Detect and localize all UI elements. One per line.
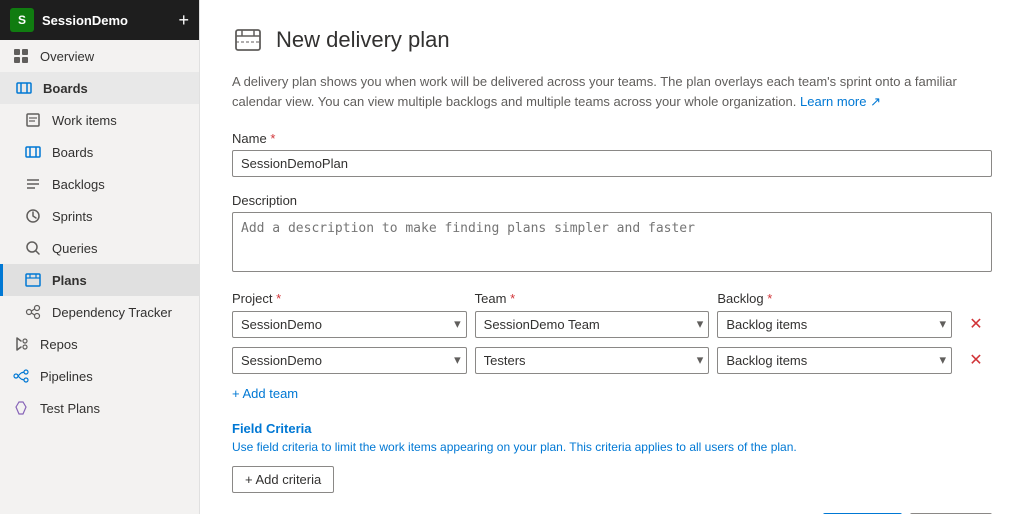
repos-icon	[12, 335, 30, 353]
field-criteria-title: Field Criteria	[232, 421, 992, 436]
queries-icon	[24, 239, 42, 257]
boards-icon	[24, 143, 42, 161]
field-criteria-desc: Use field criteria to limit the work ite…	[232, 440, 992, 454]
sidebar-item-queries-label: Queries	[52, 241, 98, 256]
sidebar-item-dependency-tracker[interactable]: Dependency Tracker	[0, 296, 199, 328]
add-button[interactable]: +	[178, 10, 189, 31]
project-select-2[interactable]: SessionDemo	[232, 347, 467, 374]
sidebar-item-boards-label: Boards	[52, 145, 93, 160]
sidebar-item-boards-section-label: Boards	[43, 81, 88, 96]
team-row-2: SessionDemo ▾ Testers ▾ Backlog items ▾ …	[232, 346, 992, 374]
sidebar-item-sprints-label: Sprints	[52, 209, 92, 224]
delete-row-2-button[interactable]: ✕	[960, 346, 992, 374]
project-select-wrapper-1: SessionDemo ▾	[232, 311, 467, 338]
description-input[interactable]	[232, 212, 992, 272]
project-select-wrapper-2: SessionDemo ▾	[232, 347, 467, 374]
sidebar-header-left: S SessionDemo	[10, 8, 128, 32]
sidebar-item-backlogs[interactable]: Backlogs	[0, 168, 199, 200]
sidebar-item-boards[interactable]: Boards	[0, 136, 199, 168]
org-name: SessionDemo	[42, 13, 128, 28]
team-row-1: SessionDemo ▾ SessionDemo Team ▾ Backlog…	[232, 310, 992, 338]
sidebar-item-backlogs-label: Backlogs	[52, 177, 105, 192]
backlog-select-2[interactable]: Backlog items	[717, 347, 952, 374]
sidebar-item-pipelines-label: Pipelines	[40, 369, 93, 384]
description-label: Description	[232, 193, 992, 208]
delete-row-1-button[interactable]: ✕	[960, 310, 992, 338]
project-label: Project *	[232, 291, 467, 306]
sidebar-item-overview[interactable]: Overview	[0, 40, 199, 72]
backlog-select-wrapper-1: Backlog items ▾	[717, 311, 952, 338]
team-select-wrapper-2: Testers ▾	[475, 347, 710, 374]
overview-icon	[12, 47, 30, 65]
dependency-tracker-icon	[24, 303, 42, 321]
test-plans-icon	[12, 399, 30, 417]
description-text: A delivery plan shows you when work will…	[232, 72, 992, 111]
name-required: *	[270, 131, 275, 146]
description-field-group: Description	[232, 193, 992, 275]
sprints-icon	[24, 207, 42, 225]
team-select-2[interactable]: Testers	[475, 347, 710, 374]
add-team-button[interactable]: + Add team	[232, 382, 298, 405]
sidebar-item-overview-label: Overview	[40, 49, 94, 64]
sidebar-item-work-items[interactable]: Work items	[0, 104, 199, 136]
field-criteria-section: Field Criteria Use field criteria to lim…	[232, 421, 992, 454]
sidebar-item-plans[interactable]: Plans	[0, 264, 199, 296]
sidebar-item-queries[interactable]: Queries	[0, 232, 199, 264]
team-select-1[interactable]: SessionDemo Team	[475, 311, 710, 338]
team-select-wrapper-1: SessionDemo Team ▾	[475, 311, 710, 338]
sidebar-item-test-plans[interactable]: Test Plans	[0, 392, 199, 424]
sidebar-item-work-items-label: Work items	[52, 113, 117, 128]
backlogs-icon	[24, 175, 42, 193]
name-input[interactable]	[232, 150, 992, 177]
org-icon: S	[10, 8, 34, 32]
boards-section-icon	[15, 79, 33, 97]
sidebar-item-plans-label: Plans	[52, 273, 87, 288]
page-header: New delivery plan	[232, 24, 992, 56]
add-criteria-button[interactable]: + Add criteria	[232, 466, 334, 493]
sidebar-item-sprints[interactable]: Sprints	[0, 200, 199, 232]
delivery-plan-icon	[232, 24, 264, 56]
sidebar-item-repos[interactable]: Repos	[0, 328, 199, 360]
sidebar-header: S SessionDemo +	[0, 0, 199, 40]
backlog-select-1[interactable]: Backlog items	[717, 311, 952, 338]
plans-icon	[24, 271, 42, 289]
backlog-label: Backlog *	[717, 291, 952, 306]
backlog-select-wrapper-2: Backlog items ▾	[717, 347, 952, 374]
pipelines-icon	[12, 367, 30, 385]
team-label: Team *	[475, 291, 710, 306]
sidebar-item-pipelines[interactable]: Pipelines	[0, 360, 199, 392]
work-items-icon	[24, 111, 42, 129]
sidebar-item-boards-section[interactable]: Boards	[0, 72, 199, 104]
page-title: New delivery plan	[276, 27, 450, 53]
sidebar-item-test-plans-label: Test Plans	[40, 401, 100, 416]
main-content: New delivery plan A delivery plan shows …	[200, 0, 1024, 514]
learn-more-link[interactable]: Learn more ↗	[800, 94, 881, 109]
project-select-1[interactable]: SessionDemo	[232, 311, 467, 338]
sidebar: S SessionDemo + Overview Boards Work ite…	[0, 0, 200, 514]
sidebar-item-repos-label: Repos	[40, 337, 78, 352]
name-field-group: Name *	[232, 131, 992, 177]
name-label: Name *	[232, 131, 992, 146]
team-grid-header: Project * Team * Backlog *	[232, 291, 992, 306]
sidebar-item-dependency-tracker-label: Dependency Tracker	[52, 305, 172, 320]
